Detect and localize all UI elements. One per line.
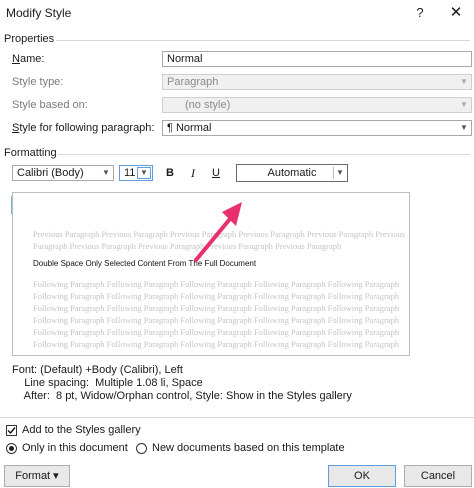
name-input[interactable]: Normal [162, 51, 472, 67]
italic-button[interactable]: I [183, 164, 203, 182]
font-dropdown[interactable]: Calibri (Body) ▼ [12, 165, 114, 181]
description-divider [0, 417, 474, 418]
description-line: Font: (Default) +Body (Calibri), Left [12, 364, 183, 376]
font-size-dropdown[interactable]: 11 ▼ [119, 165, 153, 181]
add-to-gallery-checkbox[interactable] [6, 425, 17, 436]
chevron-down-icon: ▼ [333, 167, 346, 179]
based-on-value: (no style) [185, 99, 231, 111]
annotation-arrow-icon [194, 202, 242, 262]
style-type-value: Paragraph [167, 76, 219, 88]
style-description: Font: (Default) +Body (Calibri), Left Li… [12, 364, 410, 403]
formatting-divider [58, 154, 470, 155]
name-label: Name: [12, 53, 45, 65]
underline-button[interactable]: U [206, 164, 226, 182]
description-line: Line spacing: Multiple 1.08 li, Space [12, 377, 203, 389]
chevron-down-icon: ▼ [102, 168, 110, 177]
preview-following-paragraph: Following Paragraph Following Paragraph … [33, 291, 400, 301]
font-value: Calibri (Body) [17, 167, 84, 179]
following-paragraph-label: Style for following paragraph: [12, 122, 155, 134]
style-type-dropdown[interactable]: Paragraph ▼ [162, 74, 472, 90]
ok-button[interactable]: OK [328, 465, 396, 487]
preview-following-paragraph: Following Paragraph Following Paragraph … [33, 327, 400, 337]
based-on-dropdown[interactable]: (no style) ▼ [162, 97, 472, 113]
chevron-down-icon: ▼ [460, 100, 468, 109]
only-this-document-radio[interactable] [6, 443, 17, 454]
chevron-down-icon: ▼ [460, 123, 468, 132]
preview-following-paragraph: Following Paragraph Following Paragraph … [33, 303, 400, 313]
based-on-label: Style based on: [12, 99, 88, 111]
properties-divider [56, 40, 470, 41]
chevron-down-icon: ▼ [137, 167, 151, 179]
new-documents-label: New documents based on this template [152, 442, 345, 454]
properties-section-label: Properties [4, 33, 55, 45]
add-to-gallery-label: Add to the Styles gallery [22, 424, 141, 436]
close-button[interactable]: ✕ [446, 3, 466, 23]
formatting-section-label: Formatting [4, 147, 57, 159]
style-type-label: Style type: [12, 76, 64, 88]
bold-button[interactable]: B [160, 164, 180, 182]
name-input-value: Normal [167, 53, 203, 65]
format-menu-button[interactable]: Format ▾ [4, 465, 70, 487]
preview-following-paragraph: Following Paragraph Following Paragraph … [33, 315, 400, 325]
only-this-document-label: Only in this document [22, 442, 128, 454]
help-button[interactable]: ? [410, 3, 430, 23]
new-documents-radio[interactable] [136, 443, 147, 454]
preview-following-paragraph: Following Paragraph Following Paragraph … [33, 339, 400, 349]
checkmark-icon [7, 427, 16, 435]
font-size-value: 11 [124, 167, 136, 179]
preview-following-paragraph: Following Paragraph Following Paragraph … [33, 279, 400, 289]
description-line: After: 8 pt, Widow/Orphan control, Style… [12, 390, 352, 402]
following-paragraph-dropdown[interactable]: ¶ Normal ▼ [162, 120, 472, 136]
chevron-down-icon: ▼ [460, 77, 468, 86]
font-color-value: Automatic [267, 167, 317, 179]
dialog-title: Modify Style [6, 6, 72, 20]
cancel-button[interactable]: Cancel [404, 465, 472, 487]
following-paragraph-value: ¶ Normal [167, 122, 212, 134]
font-color-dropdown[interactable]: Automatic ▼ [236, 164, 348, 182]
